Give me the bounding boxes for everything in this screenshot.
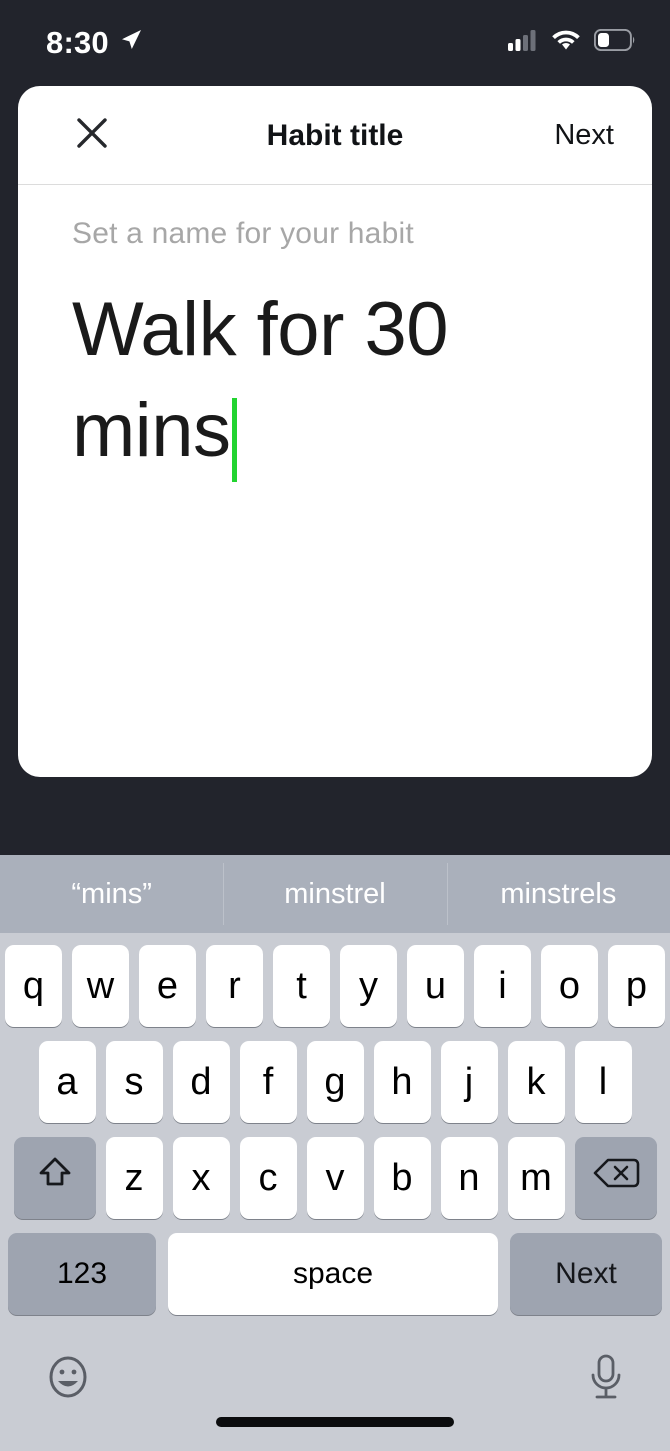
keyboard-row-4: 123 space Next xyxy=(0,1233,670,1315)
key-s[interactable]: s xyxy=(105,1041,163,1123)
phone-screen: 8:30 Habit title Next Set a name for you… xyxy=(0,0,670,1451)
key-p[interactable]: p xyxy=(608,945,665,1027)
key-o[interactable]: o xyxy=(541,945,598,1027)
key-b[interactable]: b xyxy=(373,1137,431,1219)
keyboard-row-2: a s d f g h j k l xyxy=(0,1041,670,1123)
modal-header: Habit title Next xyxy=(18,86,652,185)
keyboard-rows: q w e r t y u i o p a s d f g h j k l z … xyxy=(0,933,670,1315)
shift-key[interactable] xyxy=(13,1137,96,1219)
suggestion-0[interactable]: “mins” xyxy=(0,855,223,933)
suggestion-1[interactable]: minstrel xyxy=(223,855,446,933)
space-key[interactable]: space xyxy=(168,1233,498,1315)
status-bar-right xyxy=(508,28,636,56)
key-n[interactable]: n xyxy=(440,1137,498,1219)
shift-arrow-icon xyxy=(34,1152,76,1204)
keyboard-row-1: q w e r t y u i o p xyxy=(0,945,670,1027)
keyboard-row-3: z x c v b n m xyxy=(0,1137,670,1219)
predictive-suggestion-bar: “mins” minstrel minstrels xyxy=(0,855,670,933)
backspace-key[interactable] xyxy=(574,1137,657,1219)
key-k[interactable]: k xyxy=(507,1041,565,1123)
modal-body: Set a name for your habit Walk for 30 mi… xyxy=(18,185,652,483)
habit-name-input[interactable]: Walk for 30 mins xyxy=(72,279,598,483)
on-screen-keyboard: “mins” minstrel minstrels q w e r t y u … xyxy=(0,855,670,1451)
next-button[interactable]: Next xyxy=(554,119,614,152)
microphone-icon[interactable] xyxy=(586,1353,626,1408)
key-j[interactable]: j xyxy=(440,1041,498,1123)
key-c[interactable]: c xyxy=(239,1137,297,1219)
key-l[interactable]: l xyxy=(574,1041,632,1123)
key-d[interactable]: d xyxy=(172,1041,230,1123)
key-m[interactable]: m xyxy=(507,1137,565,1219)
emoji-smiley-icon[interactable] xyxy=(44,1353,92,1406)
cellular-signal-icon xyxy=(508,29,538,56)
status-time: 8:30 xyxy=(46,24,109,60)
key-g[interactable]: g xyxy=(306,1041,364,1123)
key-f[interactable]: f xyxy=(239,1041,297,1123)
key-i[interactable]: i xyxy=(474,945,531,1027)
suggestion-2[interactable]: minstrels xyxy=(446,855,670,933)
status-bar: 8:30 xyxy=(0,0,670,84)
text-caret xyxy=(232,398,238,483)
habit-name-value: Walk for 30 mins xyxy=(72,287,449,474)
location-arrow-icon xyxy=(119,28,143,57)
key-v[interactable]: v xyxy=(306,1137,364,1219)
key-u[interactable]: u xyxy=(407,945,464,1027)
key-h[interactable]: h xyxy=(373,1041,431,1123)
close-button[interactable] xyxy=(72,115,112,155)
key-z[interactable]: z xyxy=(105,1137,163,1219)
status-bar-left: 8:30 xyxy=(46,27,143,58)
key-e[interactable]: e xyxy=(139,945,196,1027)
key-a[interactable]: a xyxy=(38,1041,96,1123)
keyboard-bottom-bar xyxy=(0,1341,670,1451)
numbers-key[interactable]: 123 xyxy=(8,1233,156,1315)
battery-icon xyxy=(593,28,636,56)
return-key[interactable]: Next xyxy=(510,1233,662,1315)
habit-name-label: Set a name for your habit xyxy=(72,217,414,250)
wifi-icon xyxy=(551,29,581,56)
backspace-delete-icon xyxy=(592,1155,640,1201)
close-x-icon xyxy=(75,116,109,155)
habit-title-modal: Habit title Next Set a name for your hab… xyxy=(18,86,652,777)
key-w[interactable]: w xyxy=(72,945,129,1027)
home-indicator xyxy=(216,1417,454,1427)
key-r[interactable]: r xyxy=(206,945,263,1027)
key-q[interactable]: q xyxy=(5,945,62,1027)
key-t[interactable]: t xyxy=(273,945,330,1027)
key-y[interactable]: y xyxy=(340,945,397,1027)
key-x[interactable]: x xyxy=(172,1137,230,1219)
